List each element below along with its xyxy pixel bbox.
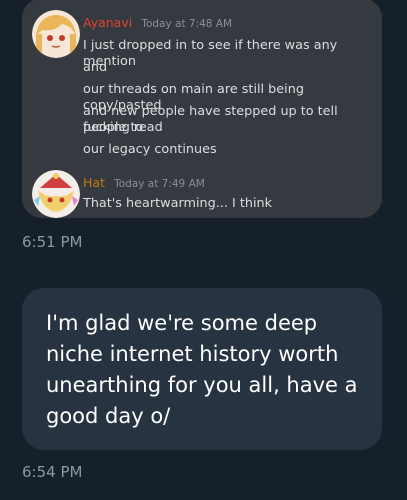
message-line: fucking read (83, 120, 163, 135)
reply-line: niche internet history worth (46, 342, 339, 366)
discord-screenshot-image[interactable]: Ayanavi Today at 7:48 AM I just dropped … (22, 0, 382, 218)
message-timestamp: 6:54 PM (22, 463, 83, 481)
reply-message-text: I'm glad we're some deep niche internet … (46, 308, 366, 432)
message-author: Ayanavi (83, 15, 133, 30)
reply-line: unearthing for you all, have a (46, 373, 358, 397)
message-line: and (83, 60, 108, 75)
reply-line: good day o/ (46, 404, 171, 428)
reply-line: I'm glad we're some deep (46, 311, 318, 335)
message-line: That's heartwarming... I think (83, 196, 273, 211)
message-time: Today at 7:49 AM (114, 178, 205, 190)
message-author: Hat (83, 175, 105, 190)
reply-message-bubble[interactable]: I'm glad we're some deep niche internet … (22, 288, 382, 450)
ayanavi-avatar (32, 10, 80, 58)
message-time: Today at 7:48 AM (141, 18, 233, 30)
message-timestamp: 6:51 PM (22, 233, 83, 251)
hat-avatar (32, 170, 80, 218)
message-line: our legacy continues (83, 142, 217, 157)
